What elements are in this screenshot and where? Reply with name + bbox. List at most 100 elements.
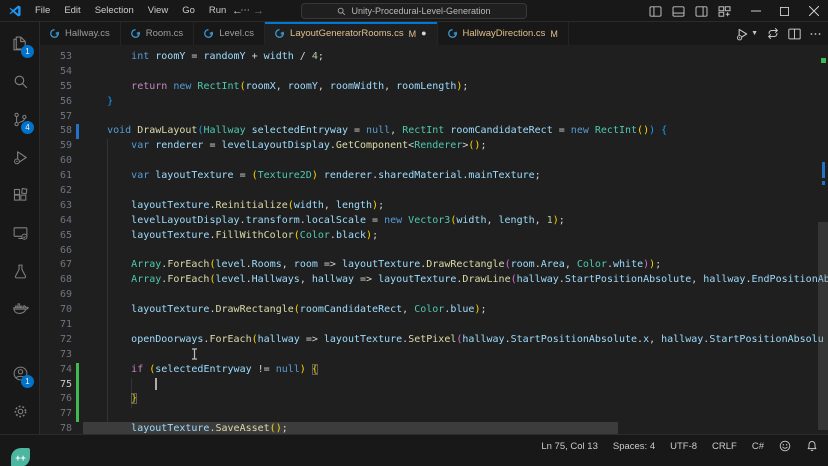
gutter[interactable] [72, 333, 83, 348]
code-line-71[interactable]: 71 [40, 318, 828, 333]
close-icon[interactable] [799, 0, 828, 22]
code-line-73[interactable]: 73 [40, 348, 828, 363]
line-number[interactable]: 57 [40, 110, 72, 125]
code-editor[interactable]: 53 int roomY = randomY + width / 4;5455 … [40, 45, 828, 434]
tab-level-cs[interactable]: Level.cs [194, 22, 265, 45]
line-number[interactable]: 66 [40, 244, 72, 259]
code-line-58[interactable]: 58 void DrawLayout(Hallway selectedEntry… [40, 124, 828, 139]
line-number[interactable]: 56 [40, 95, 72, 110]
notifications-bell-icon[interactable] [806, 440, 818, 452]
line-number[interactable]: 65 [40, 229, 72, 244]
gutter[interactable] [72, 392, 83, 407]
line-number[interactable]: 63 [40, 199, 72, 214]
line-number[interactable]: 75 [40, 378, 72, 393]
line-number[interactable]: 61 [40, 169, 72, 184]
gutter[interactable] [72, 124, 83, 139]
status-indentation[interactable]: Spaces: 4 [613, 441, 655, 452]
more-actions-icon[interactable] [807, 24, 824, 44]
code-line-69[interactable]: 69 [40, 288, 828, 303]
gutter[interactable] [72, 214, 83, 229]
code-line-54[interactable]: 54 [40, 65, 828, 80]
settings-gear-activity-item[interactable] [0, 392, 40, 430]
code-line-56[interactable]: 56 } [40, 95, 828, 110]
gutter[interactable] [72, 95, 83, 110]
gutter[interactable] [72, 288, 83, 303]
line-number[interactable]: 71 [40, 318, 72, 333]
line-number[interactable]: 70 [40, 303, 72, 318]
code-line-72[interactable]: 72 openDoorways.ForEach(hallway => layou… [40, 333, 828, 348]
line-number[interactable]: 78 [40, 422, 72, 434]
search-activity-item[interactable] [0, 62, 40, 100]
line-number[interactable]: 76 [40, 392, 72, 407]
tab-room-cs[interactable]: Room.cs [121, 22, 194, 45]
toggle-primary-sidebar-icon[interactable] [644, 0, 667, 22]
run-debug-activity-item[interactable] [0, 138, 40, 176]
line-number[interactable]: 64 [40, 214, 72, 229]
code-line-68[interactable]: 68 Array.ForEach(level.Hallways, hallway… [40, 273, 828, 288]
line-number[interactable]: 62 [40, 184, 72, 199]
code-line-76[interactable]: 76 } [40, 392, 828, 407]
code-line-62[interactable]: 62 [40, 184, 828, 199]
forward-button[interactable]: → [253, 5, 264, 17]
code-line-63[interactable]: 63 layoutTexture.Reinitialize(width, len… [40, 199, 828, 214]
line-number[interactable]: 72 [40, 333, 72, 348]
gutter[interactable] [72, 303, 83, 318]
gutter[interactable] [72, 80, 83, 95]
code-line-55[interactable]: 55 return new RectInt(roomX, roomY, room… [40, 80, 828, 95]
code-line-78[interactable]: 78 layoutTexture.SaveAsset(); [40, 422, 828, 434]
gutter[interactable] [72, 378, 83, 393]
gutter[interactable] [72, 348, 83, 363]
line-number[interactable]: 53 [40, 50, 72, 65]
customize-layout-icon[interactable] [713, 0, 736, 22]
code-line-60[interactable]: 60 [40, 154, 828, 169]
code-line-57[interactable]: 57 [40, 110, 828, 125]
code-line-53[interactable]: 53 int roomY = randomY + width / 4; [40, 50, 828, 65]
code-line-75[interactable]: 75 [40, 378, 828, 393]
explorer-activity-item[interactable]: 1 [0, 24, 40, 62]
open-changes-icon[interactable] [764, 24, 782, 44]
command-center[interactable]: Unity-Procedural-Level-Generation [301, 3, 527, 19]
minimize-icon[interactable] [741, 0, 770, 22]
line-number[interactable]: 68 [40, 273, 72, 288]
code-line-64[interactable]: 64 levelLayoutDisplay.transform.localSca… [40, 214, 828, 229]
gutter[interactable] [72, 363, 83, 378]
gutter[interactable] [72, 139, 83, 154]
status-eol[interactable]: CRLF [712, 441, 737, 452]
gutter[interactable] [72, 407, 83, 422]
code-line-67[interactable]: 67 Array.ForEach(level.Rooms, room => la… [40, 258, 828, 273]
dirty-dot-icon[interactable]: ● [421, 29, 426, 38]
toggle-panel-icon[interactable] [667, 0, 690, 22]
menu-run[interactable]: Run [202, 2, 233, 20]
line-number[interactable]: 73 [40, 348, 72, 363]
gutter[interactable] [72, 184, 83, 199]
menu-file[interactable]: File [28, 2, 57, 20]
remote-explorer-activity-item[interactable] [0, 214, 40, 252]
code-line-70[interactable]: 70 layoutTexture.DrawRectangle(roomCandi… [40, 303, 828, 318]
gutter[interactable] [72, 258, 83, 273]
docker-activity-item[interactable] [0, 290, 40, 328]
menu-go[interactable]: Go [175, 2, 202, 20]
line-number[interactable]: 67 [40, 258, 72, 273]
gutter[interactable] [72, 154, 83, 169]
line-number[interactable]: 74 [40, 363, 72, 378]
maximize-icon[interactable] [770, 0, 799, 22]
gutter[interactable] [72, 169, 83, 184]
run-or-debug-button[interactable]: ▼ [733, 24, 760, 44]
run-dropdown-chevron-icon[interactable]: ▼ [751, 30, 758, 37]
toggle-secondary-sidebar-icon[interactable] [690, 0, 713, 22]
gutter[interactable] [72, 65, 83, 80]
code-line-61[interactable]: 61 var layoutTexture = (Texture2D) rende… [40, 169, 828, 184]
testing-activity-item[interactable] [0, 252, 40, 290]
source-control-activity-item[interactable]: 4 [0, 100, 40, 138]
code-line-74[interactable]: 74 if (selectedEntryway != null) { [40, 363, 828, 378]
line-number[interactable]: 59 [40, 139, 72, 154]
status-encoding[interactable]: UTF-8 [670, 441, 697, 452]
line-number[interactable]: 58 [40, 124, 72, 139]
status-language-mode[interactable]: C# [752, 441, 764, 452]
status-cursor-position[interactable]: Ln 75, Col 13 [541, 441, 598, 452]
gutter[interactable] [72, 318, 83, 333]
account-activity-item[interactable]: 1 [0, 354, 40, 392]
code-line-65[interactable]: 65 layoutTexture.FillWithColor(Color.bla… [40, 229, 828, 244]
leaf-plus-badge-icon[interactable]: ++ [11, 448, 30, 466]
tab-layoutgeneratorrooms-cs[interactable]: LayoutGeneratorRooms.csM● [265, 22, 437, 45]
